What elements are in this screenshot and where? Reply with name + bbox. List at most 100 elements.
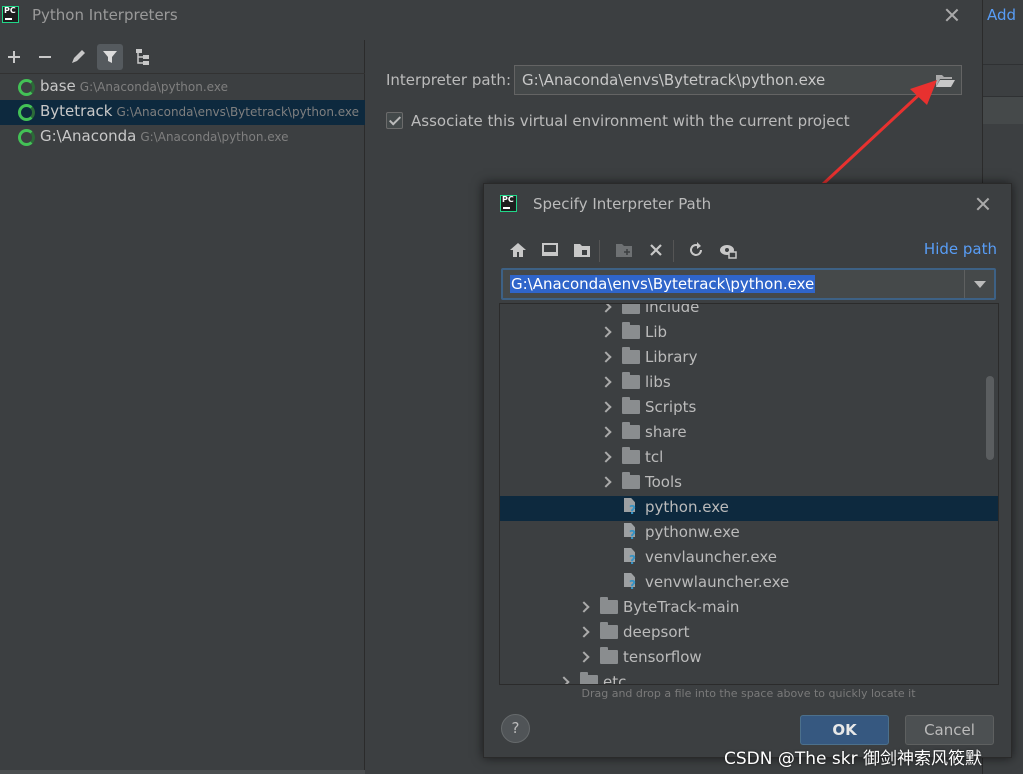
interpreter-toolbar: [0, 40, 365, 74]
help-button[interactable]: ?: [501, 714, 530, 743]
edit-interpreter-button[interactable]: [65, 44, 91, 70]
specify-interpreter-dialog: Specify Interpreter Path Hide path G:\An…: [483, 183, 1012, 758]
add-interpreter-button[interactable]: [1, 44, 27, 70]
tree-item-label: Library: [645, 348, 698, 366]
associate-checkbox[interactable]: [386, 112, 403, 129]
desktop-icon: [542, 243, 558, 256]
folder-icon: [600, 647, 618, 664]
desktop-button[interactable]: [538, 238, 562, 262]
tree-item-label: venvwlauncher.exe: [645, 573, 790, 591]
cancel-button[interactable]: Cancel: [905, 715, 994, 745]
tree-item-label: Lib: [645, 323, 668, 341]
interpreter-list-panel: base G:\Anaconda\python.exe Bytetrack G:\A…: [0, 40, 365, 774]
refresh-button[interactable]: [684, 238, 708, 262]
tree-item-folder[interactable]: etc: [500, 671, 998, 685]
close-icon[interactable]: [944, 7, 960, 23]
chevron-right-icon[interactable]: [600, 326, 612, 338]
tree-item-label: deepsort: [623, 623, 690, 641]
tree-item-folder[interactable]: include: [500, 303, 998, 321]
tree-item-file[interactable]: ? pythonw.exe: [500, 521, 998, 546]
interpreter-item[interactable]: base G:\Anaconda\python.exe: [0, 75, 365, 100]
show-hidden-button[interactable]: [716, 238, 740, 262]
home-button[interactable]: [506, 238, 530, 262]
tree-item-label: tcl: [645, 448, 664, 466]
folder-icon: [622, 397, 640, 414]
filter-icon: [103, 51, 117, 63]
tree-item-label: ByteTrack-main: [623, 598, 740, 616]
unknown-file-icon: ?: [624, 523, 638, 542]
chevron-right-icon[interactable]: [600, 451, 612, 463]
delete-icon: [650, 244, 662, 256]
tree-item-file[interactable]: ? venvlauncher.exe: [500, 546, 998, 571]
unknown-file-icon: ?: [624, 498, 638, 517]
filter-button[interactable]: [97, 44, 123, 70]
chevron-right-icon[interactable]: [600, 304, 612, 313]
tree-item-label: python.exe: [645, 498, 729, 516]
horizontal-scrollbar[interactable]: [0, 770, 365, 774]
chevron-right-icon[interactable]: [558, 676, 570, 684]
remove-icon: [39, 56, 51, 58]
unknown-file-icon: ?: [624, 573, 638, 592]
interpreter-item-selected[interactable]: Bytetrack G:\Anaconda\envs\Bytetrack\pyth…: [0, 100, 365, 125]
chevron-right-icon[interactable]: [600, 476, 612, 488]
folder-icon: [622, 347, 640, 364]
vertical-scrollbar[interactable]: [986, 376, 994, 460]
show-paths-button[interactable]: [130, 44, 156, 70]
chevron-right-icon[interactable]: [578, 626, 590, 638]
dialog-toolbar: [500, 236, 760, 264]
folder-icon: [600, 597, 618, 614]
hide-path-link[interactable]: Hide path: [924, 240, 997, 258]
pycharm-logo-icon: [500, 195, 517, 212]
close-icon[interactable]: [975, 196, 991, 212]
venv-spinner-icon: [18, 104, 35, 121]
drag-drop-hint: Drag and drop a file into the space abov…: [581, 687, 916, 700]
folder-icon: [622, 447, 640, 464]
tree-item-label: etc: [603, 673, 627, 685]
tree-item-folder[interactable]: deepsort: [500, 621, 998, 646]
tree-item-file[interactable]: ? python.exe: [500, 496, 998, 521]
tree-item-folder[interactable]: tensorflow: [500, 646, 998, 671]
tree-item-folder[interactable]: Library: [500, 346, 998, 371]
home-icon: [510, 243, 526, 257]
tree-item-folder[interactable]: Lib: [500, 321, 998, 346]
chevron-right-icon[interactable]: [600, 376, 612, 388]
interpreter-item[interactable]: G:\Anaconda G:\Anaconda\python.exe: [0, 125, 365, 150]
add-link[interactable]: Add: [987, 6, 1016, 24]
chevron-right-icon[interactable]: [578, 651, 590, 663]
folder-icon: [622, 472, 640, 489]
tree-item-folder[interactable]: ByteTrack-main: [500, 596, 998, 621]
ok-button[interactable]: OK: [800, 715, 889, 745]
tree-item-folder[interactable]: Tools: [500, 471, 998, 496]
tree-item-folder[interactable]: libs: [500, 371, 998, 396]
tree-icon: [136, 49, 149, 65]
tree-item-folder[interactable]: tcl: [500, 446, 998, 471]
path-input[interactable]: G:\Anaconda\envs\Bytetrack\python.exe: [501, 268, 996, 300]
chevron-right-icon[interactable]: [600, 351, 612, 363]
remove-interpreter-button[interactable]: [32, 44, 58, 70]
chevron-right-icon[interactable]: [600, 401, 612, 413]
toolbar-separator: [673, 240, 674, 262]
show-hidden-icon: [720, 245, 737, 259]
project-button[interactable]: [570, 238, 594, 262]
file-tree[interactable]: include Lib Library libs Scripts share tcl Tool…: [499, 303, 999, 685]
chevron-right-icon[interactable]: [578, 601, 590, 613]
interpreter-path-value: G:\Anaconda\envs\Bytetrack\python.exe: [522, 71, 826, 89]
tree-item-folder[interactable]: Scripts: [500, 396, 998, 421]
tree-item-folder[interactable]: share: [500, 421, 998, 446]
tree-item-label: venvlauncher.exe: [645, 548, 778, 566]
project-folder-icon: [574, 244, 590, 257]
chevron-down-icon[interactable]: [964, 270, 994, 298]
interpreter-path: G:\Anaconda\python.exe: [140, 130, 289, 144]
tree-item-label: Tools: [645, 473, 682, 491]
associate-label: Associate this virtual environment with …: [411, 112, 850, 130]
add-icon: [8, 51, 20, 63]
delete-button[interactable]: [644, 238, 668, 262]
tree-item-label: share: [645, 423, 687, 441]
folder-icon: [622, 422, 640, 439]
new-folder-button[interactable]: [612, 238, 636, 262]
tree-item-label: include: [645, 303, 700, 316]
chevron-right-icon[interactable]: [600, 426, 612, 438]
folder-icon: [622, 372, 640, 389]
unknown-file-icon: ?: [624, 548, 638, 567]
tree-item-file[interactable]: ? venvwlauncher.exe: [500, 571, 998, 596]
